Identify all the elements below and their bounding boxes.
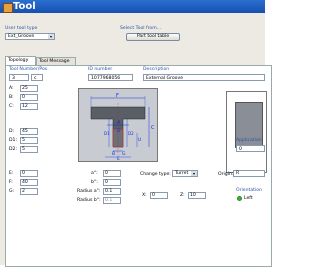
select-tool-label: Select Tool from...: [120, 26, 162, 31]
param-field[interactable]: 0: [20, 170, 38, 177]
change-type-value: Turret: [175, 171, 189, 176]
title-bar: Tool: [0, 0, 265, 13]
param-field[interactable]: 45: [20, 128, 38, 135]
param-label: G:: [9, 189, 15, 194]
dim-a-label: A: [117, 120, 121, 126]
orientation-left-radio[interactable]: [237, 196, 242, 201]
z-coord-field[interactable]: 10: [188, 192, 206, 199]
param-field[interactable]: 5: [20, 137, 38, 144]
application-field[interactable]: 0: [236, 145, 265, 152]
dim-u-label: U: [138, 137, 141, 143]
param-field[interactable]: 2: [20, 188, 38, 195]
id-number-field[interactable]: 1077968056: [88, 74, 133, 81]
param-label: F:: [9, 180, 13, 185]
id-number-label: ID number: [88, 67, 113, 72]
x-coord-label: X:: [142, 193, 147, 198]
param-field[interactable]: 5: [20, 146, 38, 153]
angle-a-label: a°:: [91, 171, 98, 176]
dim-f-label: F: [116, 93, 119, 99]
orientation-label: Orientation: [236, 188, 262, 193]
application-label: Application: [236, 138, 262, 143]
window-title: Tool: [13, 1, 36, 12]
tool-drawing: F A C D D1 D2 U B G E: [78, 88, 158, 162]
dim-e-label: E: [117, 156, 120, 161]
x-coord-field[interactable]: 0: [150, 192, 168, 199]
description-field[interactable]: External Groove: [143, 74, 265, 81]
param-label: D1:: [9, 138, 18, 143]
radius-a-label: Radius a°:: [77, 189, 101, 194]
radius-a-field[interactable]: 0.1: [103, 188, 121, 195]
angle-b-field[interactable]: 0: [103, 179, 121, 186]
user-tool-type-label: User tool type: [5, 26, 38, 31]
tab-topology[interactable]: Topology: [5, 56, 36, 65]
tool-number-field[interactable]: 3: [9, 74, 29, 81]
part-tool-table-button[interactable]: Part tool table: [126, 33, 180, 41]
tool-app-icon: [3, 3, 13, 13]
param-label: C:: [9, 104, 14, 109]
tab-tool-message[interactable]: Tool Message: [36, 57, 76, 65]
param-field[interactable]: 40: [20, 179, 38, 186]
origin-label: Origin:: [218, 172, 234, 177]
param-field[interactable]: 12: [20, 103, 38, 110]
dim-c-label: C: [151, 125, 155, 131]
dim-d1-label: D1: [104, 131, 110, 136]
dialog-body: User tool type Ext_Groove ▾ Select Tool …: [0, 13, 272, 267]
angle-a-field[interactable]: 0: [103, 170, 121, 177]
param-field[interactable]: 25: [20, 85, 38, 92]
user-tool-type-value: Ext_Groove: [8, 34, 35, 39]
dim-g-label: G: [122, 151, 126, 157]
dim-b-label: B: [112, 151, 115, 157]
tool-pos-field[interactable]: c: [31, 74, 43, 81]
orientation-left-label: Left: [244, 196, 253, 201]
z-coord-label: Z:: [180, 193, 185, 198]
chevron-down-icon: ▾: [191, 171, 197, 176]
radius-b-label: Radius b°:: [77, 198, 101, 203]
tool-number-label: Tool Number/Pos.: [9, 67, 49, 72]
chevron-down-icon: ▾: [48, 34, 54, 39]
param-label: A:: [9, 86, 14, 91]
radius-b-field: 0.1: [103, 197, 121, 204]
origin-value: R: [236, 171, 240, 176]
param-field[interactable]: 0: [20, 94, 38, 101]
angle-b-label: b°:: [91, 180, 98, 185]
dim-d-label: D: [117, 128, 121, 134]
origin-select[interactable]: R: [233, 170, 265, 177]
param-label: E:: [9, 171, 14, 176]
param-label: D:: [9, 129, 15, 134]
description-label: Description: [143, 67, 170, 72]
user-tool-type-select[interactable]: Ext_Groove ▾: [5, 33, 55, 40]
change-type-select[interactable]: Turret ▾: [172, 170, 198, 177]
groove-tool-diagram: F A C D D1 D2 U B G E: [90, 93, 155, 162]
change-type-label: Change type:: [140, 172, 171, 177]
preview-box: [226, 91, 267, 173]
param-label: B:: [9, 95, 14, 100]
param-label: D2:: [9, 147, 18, 152]
dim-d2-label: D2: [128, 131, 134, 136]
